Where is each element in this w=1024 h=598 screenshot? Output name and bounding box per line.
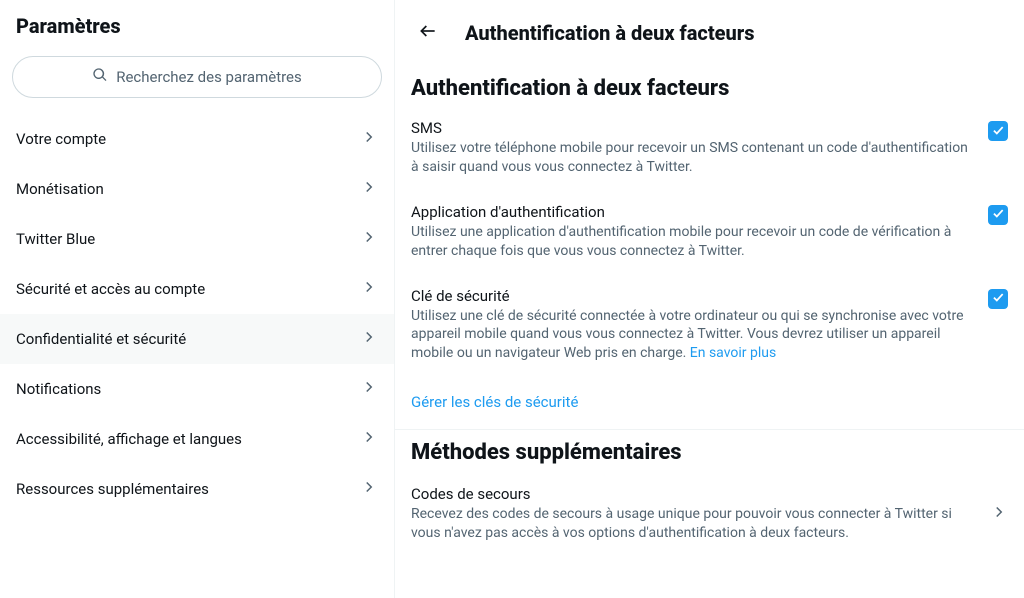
sidebar-item-label: Notifications <box>16 380 101 398</box>
chevron-right-icon <box>360 278 378 300</box>
check-icon <box>991 205 1005 224</box>
chevron-right-icon <box>360 428 378 450</box>
chevron-right-icon <box>360 128 378 150</box>
back-button[interactable] <box>411 16 445 50</box>
sidebar-item-accessibility[interactable]: Accessibilité, affichage et langues <box>0 414 394 464</box>
manage-security-keys-link[interactable]: Gérer les clés de sécurité <box>411 393 578 411</box>
sidebar-item-label: Ressources supplémentaires <box>16 480 209 498</box>
method-title: SMS <box>411 119 974 137</box>
method-desc: Utilisez une clé de sécurité connectée à… <box>411 307 974 364</box>
main-header: Authentification à deux facteurs <box>395 12 1024 66</box>
method-desc: Utilisez une application d'authentificat… <box>411 223 974 261</box>
sidebar-item-label: Monétisation <box>16 180 104 198</box>
sidebar-item-label: Votre compte <box>16 130 106 148</box>
chevron-right-icon <box>360 178 378 200</box>
search-input[interactable]: Recherchez des paramètres <box>12 56 382 98</box>
chevron-right-icon <box>360 328 378 350</box>
chevron-right-icon <box>360 228 378 250</box>
chevron-right-icon <box>360 378 378 400</box>
sidebar-item-label: Sécurité et accès au compte <box>16 280 205 298</box>
method-desc: Utilisez votre téléphone mobile pour rec… <box>411 139 974 177</box>
sidebar-item-twitter-blue[interactable]: Twitter Blue <box>0 214 394 264</box>
sidebar-item-notifications[interactable]: Notifications <box>0 364 394 414</box>
security-key-checkbox[interactable] <box>988 289 1008 309</box>
manage-keys-row: Gérer les clés de sécurité <box>395 379 1024 430</box>
sms-checkbox[interactable] <box>988 121 1008 141</box>
section-2fa-title: Authentification à deux facteurs <box>395 66 1024 109</box>
page-title: Authentification à deux facteurs <box>465 21 754 45</box>
sidebar-item-resources[interactable]: Ressources supplémentaires <box>0 464 394 514</box>
check-icon <box>991 122 1005 141</box>
sidebar-nav: Votre compte Monétisation Twitter Blue S… <box>0 114 394 514</box>
sidebar-item-security-access[interactable]: Sécurité et accès au compte <box>0 264 394 314</box>
method-security-key: Clé de sécurité Utilisez une clé de sécu… <box>395 277 1024 380</box>
sidebar-title: Paramètres <box>0 14 394 52</box>
learn-more-link[interactable]: En savoir plus <box>690 345 776 361</box>
sidebar-item-label: Accessibilité, affichage et langues <box>16 430 242 448</box>
sidebar-item-account[interactable]: Votre compte <box>0 114 394 164</box>
main-panel: Authentification à deux facteurs Authent… <box>395 0 1024 598</box>
backup-codes-title: Codes de secours <box>411 485 976 503</box>
sidebar-item-monetization[interactable]: Monétisation <box>0 164 394 214</box>
sidebar-item-privacy-safety[interactable]: Confidentialité et sécurité <box>0 314 394 364</box>
method-title: Application d'authentification <box>411 203 974 221</box>
search-placeholder: Recherchez des paramètres <box>116 68 302 86</box>
sidebar-item-label: Confidentialité et sécurité <box>16 330 186 348</box>
section-additional-title: Méthodes supplémentaires <box>395 430 1024 473</box>
method-title: Clé de sécurité <box>411 287 974 305</box>
arrow-left-icon <box>418 21 438 45</box>
chevron-right-icon <box>360 478 378 500</box>
settings-sidebar: Paramètres Recherchez des paramètres Vot… <box>0 0 395 598</box>
backup-codes-item[interactable]: Codes de secours Recevez des codes de se… <box>395 473 1024 561</box>
method-auth-app: Application d'authentification Utilisez … <box>395 193 1024 277</box>
chevron-right-icon <box>990 503 1008 525</box>
method-sms: SMS Utilisez votre téléphone mobile pour… <box>395 109 1024 193</box>
search-icon <box>92 67 108 87</box>
check-icon <box>991 289 1005 308</box>
auth-app-checkbox[interactable] <box>988 205 1008 225</box>
sidebar-item-label: Twitter Blue <box>16 230 95 248</box>
backup-codes-desc: Recevez des codes de secours à usage uni… <box>411 505 976 543</box>
